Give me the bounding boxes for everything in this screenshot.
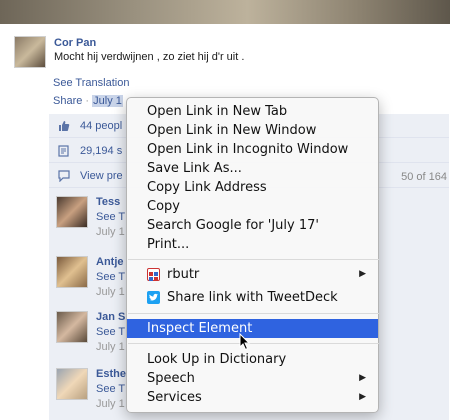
- menu-item-label: Speech: [147, 371, 195, 386]
- post-photo-bottom-edge: [0, 0, 450, 24]
- thumbs-up-icon: [58, 120, 70, 132]
- context-menu: Open Link in New Tab Open Link in New Wi…: [126, 97, 379, 413]
- mouse-pointer-icon: [239, 333, 251, 351]
- menu-item-look-up-dictionary[interactable]: Look Up in Dictionary: [127, 350, 378, 369]
- menu-item-open-link-incognito[interactable]: Open Link in Incognito Window: [127, 140, 378, 159]
- avatar[interactable]: [56, 368, 88, 400]
- see-translation-link[interactable]: See T: [96, 211, 125, 223]
- avatar[interactable]: [56, 196, 88, 228]
- menu-item-rbutr[interactable]: rbutr ▶: [127, 265, 378, 284]
- menu-item-print[interactable]: Print...: [127, 235, 378, 254]
- comment-count: 50 of 164: [401, 171, 447, 183]
- menu-item-copy[interactable]: Copy: [127, 197, 378, 216]
- menu-item-label: Share link with TweetDeck: [167, 290, 338, 305]
- see-translation-link[interactable]: See T: [96, 271, 125, 283]
- submenu-arrow-icon: ▶: [359, 392, 366, 402]
- comment-date[interactable]: July 1: [96, 286, 125, 298]
- share-link[interactable]: Share: [53, 95, 82, 107]
- avatar[interactable]: [56, 256, 88, 288]
- see-translation-link[interactable]: See Translation: [53, 77, 129, 89]
- menu-item-share-tweetdeck[interactable]: Share link with TweetDeck: [127, 288, 378, 307]
- menu-item-inspect-element[interactable]: Inspect Element: [127, 319, 378, 338]
- see-translation-link[interactable]: See T: [96, 326, 125, 338]
- comment-date[interactable]: July 1: [96, 398, 125, 410]
- separator: ·: [85, 95, 90, 107]
- rbutr-icon: [147, 268, 160, 281]
- post-actions: Share · July 1: [53, 95, 123, 107]
- avatar[interactable]: [56, 311, 88, 343]
- menu-item-copy-link-address[interactable]: Copy Link Address: [127, 178, 378, 197]
- menu-separator: [128, 343, 379, 344]
- tweetdeck-icon: [147, 291, 160, 304]
- commenter-name[interactable]: Tess: [96, 196, 120, 208]
- menu-item-speech[interactable]: Speech ▶: [127, 369, 378, 388]
- commenter-name[interactable]: Antje: [96, 256, 124, 268]
- shares-count[interactable]: 29,194 s: [80, 145, 122, 157]
- submenu-arrow-icon: ▶: [359, 373, 366, 383]
- commenter-name[interactable]: Jan S: [96, 311, 125, 323]
- menu-separator: [128, 313, 379, 314]
- menu-item-open-link-new-tab[interactable]: Open Link in New Tab: [127, 102, 378, 121]
- date-link[interactable]: July 1: [92, 95, 123, 107]
- menu-separator: [128, 259, 379, 260]
- comment-date[interactable]: July 1: [96, 226, 125, 238]
- post-text: Mocht hij verdwijnen , zo ziet hij d'r u…: [54, 51, 245, 63]
- submenu-arrow-icon: ▶: [359, 269, 366, 279]
- likes-count[interactable]: 44 peopl: [80, 120, 122, 132]
- comment-date[interactable]: July 1: [96, 341, 125, 353]
- commenter-name[interactable]: Esthe: [96, 368, 126, 380]
- menu-item-label: Services: [147, 390, 202, 405]
- avatar[interactable]: [14, 36, 46, 68]
- see-translation-link[interactable]: See T: [96, 383, 125, 395]
- menu-item-open-link-new-window[interactable]: Open Link in New Window: [127, 121, 378, 140]
- post-author[interactable]: Cor Pan: [54, 37, 96, 49]
- menu-item-label: rbutr: [167, 267, 200, 282]
- menu-item-services[interactable]: Services ▶: [127, 388, 378, 407]
- share-icon: [58, 145, 70, 157]
- comment-icon: [58, 170, 70, 183]
- view-previous-link[interactable]: View pre: [80, 170, 123, 182]
- menu-item-search-google[interactable]: Search Google for 'July 17': [127, 216, 378, 235]
- menu-item-save-link-as[interactable]: Save Link As...: [127, 159, 378, 178]
